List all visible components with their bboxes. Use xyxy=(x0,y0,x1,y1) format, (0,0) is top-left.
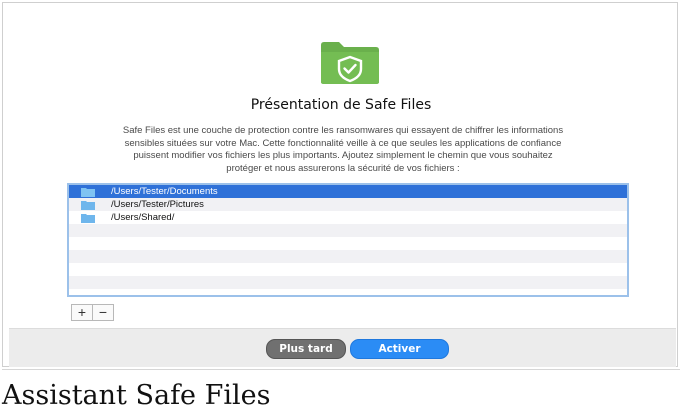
add-remove-control: + − xyxy=(71,304,114,321)
path-label: /Users/Tester/Documents xyxy=(111,186,218,197)
activate-button[interactable]: Activer xyxy=(350,339,449,359)
folder-icon xyxy=(81,213,95,223)
empty-row xyxy=(69,237,627,250)
path-label: /Users/Tester/Pictures xyxy=(111,199,204,210)
dialog-title: Présentation de Safe Files xyxy=(250,97,432,113)
folder-icon xyxy=(81,200,95,210)
path-label: /Users/Shared/ xyxy=(111,212,175,223)
list-item[interactable]: /Users/Tester/Documents xyxy=(69,185,627,198)
empty-row xyxy=(69,224,627,237)
list-item[interactable]: /Users/Tester/Pictures xyxy=(69,198,627,211)
description-line: puissent modifier vos fichiers les plus … xyxy=(133,150,553,161)
empty-row xyxy=(69,250,627,263)
list-item[interactable]: /Users/Shared/ xyxy=(69,211,627,224)
protected-paths-list[interactable]: /Users/Tester/Documents /Users/Tester/Pi… xyxy=(67,183,629,297)
dialog-description: Safe Files est une couche de protection … xyxy=(43,125,643,175)
safe-files-dialog: Présentation de Safe Files Safe Files es… xyxy=(2,2,678,367)
description-line: sensibles situées sur votre Mac. Cette f… xyxy=(124,137,562,149)
figure-caption: Assistant Safe Files xyxy=(2,380,271,411)
add-path-button[interactable]: + xyxy=(72,305,92,320)
empty-row xyxy=(69,276,627,289)
later-button[interactable]: Plus tard xyxy=(266,339,346,359)
divider xyxy=(2,369,680,370)
description-line: protéger et nous assurerons la sécurité … xyxy=(226,162,460,174)
folder-icon xyxy=(81,187,95,197)
dialog-footer: Plus tard Activer xyxy=(9,328,676,367)
empty-row xyxy=(69,263,627,276)
remove-path-button[interactable]: − xyxy=(92,305,113,320)
shield-folder-icon xyxy=(321,42,379,84)
description-line: Safe Files est une couche de protection … xyxy=(122,125,564,136)
